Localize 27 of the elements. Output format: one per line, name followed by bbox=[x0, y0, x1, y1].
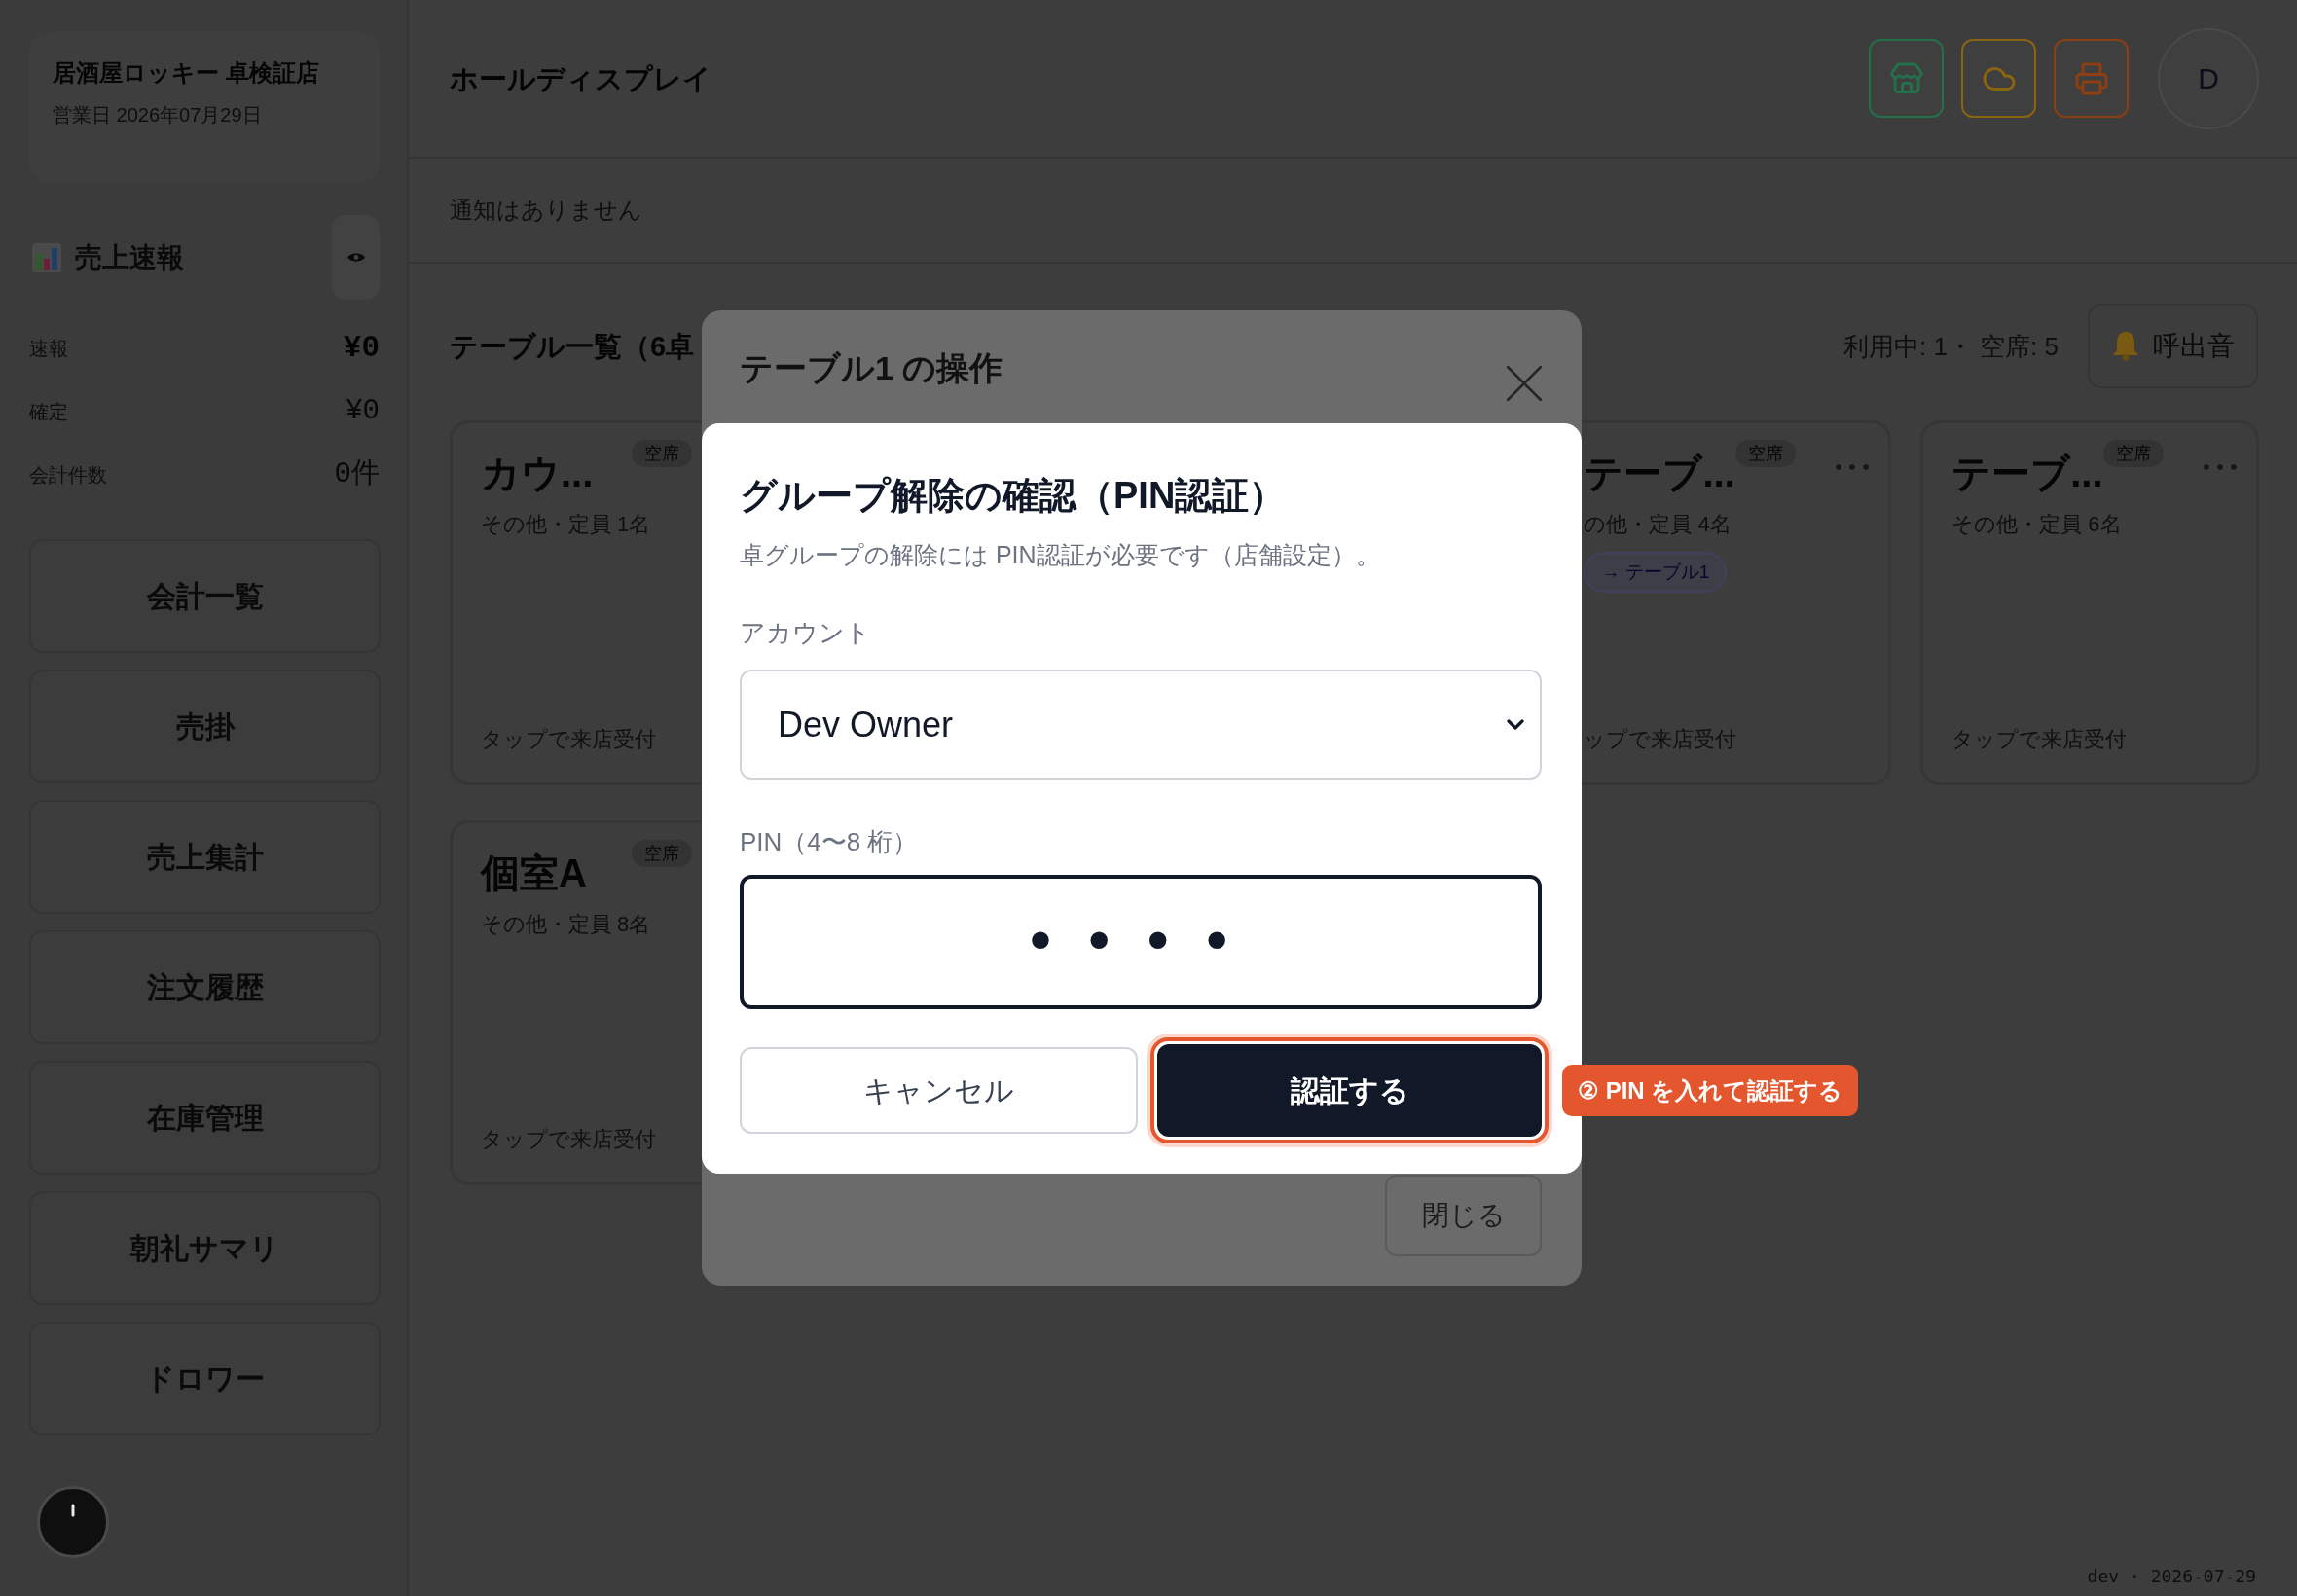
confirm-button[interactable]: 認証する bbox=[1157, 1044, 1542, 1137]
status-button[interactable] bbox=[1961, 39, 2036, 118]
cancel-button[interactable]: キャンセル bbox=[740, 1047, 1138, 1134]
pin-field[interactable]: •••• bbox=[740, 875, 1542, 1009]
group-tag: → テーブル1 bbox=[1584, 552, 1728, 593]
table-name: カウ... bbox=[481, 451, 594, 496]
store-name: 居酒屋ロッキー 卓検証店 bbox=[53, 58, 319, 88]
visibility-toggle[interactable] bbox=[332, 215, 380, 300]
more-icon[interactable] bbox=[1836, 464, 1870, 470]
table-name: テーブ... bbox=[1951, 451, 2103, 496]
stat-value: ¥0 bbox=[343, 329, 380, 367]
knob-icon[interactable] bbox=[37, 1486, 109, 1558]
table-name: テーブ... bbox=[1584, 451, 1735, 496]
page-title: ホールディスプレイ bbox=[450, 61, 711, 96]
close-icon[interactable] bbox=[1507, 366, 1542, 401]
status-button[interactable] bbox=[1869, 39, 1944, 118]
chevron-down-icon bbox=[1507, 719, 1524, 730]
dialog-title: テーブル1 の操作 bbox=[740, 348, 1003, 388]
account-select[interactable]: Dev Owner bbox=[740, 670, 1542, 780]
bell-icon bbox=[2111, 331, 2139, 361]
bar-chart-icon bbox=[32, 242, 61, 272]
section-title: テーブル一覧（6卓 bbox=[450, 329, 695, 364]
hint-callout: ② PIN を入れて認証する bbox=[1562, 1065, 1859, 1116]
table-name: 個室A bbox=[481, 851, 587, 896]
eye-icon bbox=[346, 252, 365, 263]
status-button[interactable] bbox=[2054, 39, 2129, 118]
more-icon[interactable] bbox=[2204, 464, 2237, 470]
